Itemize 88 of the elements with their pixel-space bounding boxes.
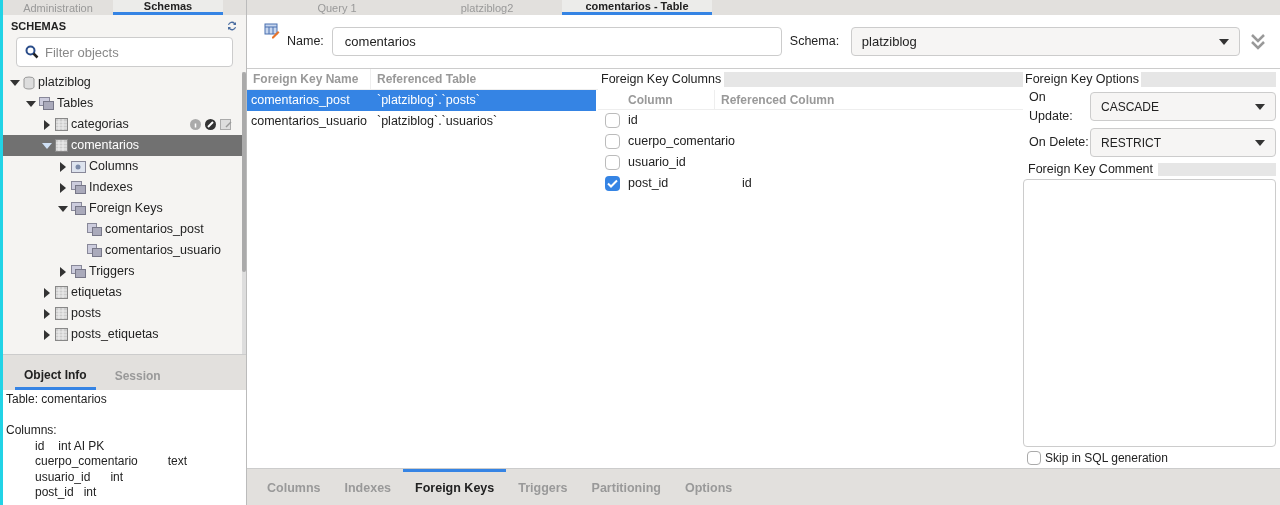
name-field[interactable]: comentarios	[331, 27, 782, 56]
collapse-triangle-icon[interactable]	[10, 79, 20, 86]
expand-triangle-icon[interactable]	[42, 119, 52, 130]
column-header: Column	[627, 91, 674, 109]
tree-item[interactable]: Indexes	[3, 177, 242, 198]
tree-item[interactable]: comentarios_usuario	[3, 240, 242, 261]
table-edit-icon[interactable]	[220, 119, 232, 130]
schema-label: Schema:	[789, 33, 841, 51]
table-icon	[55, 286, 68, 299]
tree-item[interactable]: comentarios	[3, 135, 242, 156]
folder-icon	[71, 160, 86, 173]
tree-item[interactable]: etiquetas	[3, 282, 242, 303]
tab[interactable]: comentarios - Table	[562, 0, 712, 15]
checkbox[interactable]	[605, 113, 620, 128]
column-name: post_id	[35, 485, 74, 501]
expand-triangle-icon[interactable]	[42, 308, 52, 319]
table-icon	[55, 118, 68, 131]
database-icon	[23, 75, 35, 90]
column-type: int AI PK	[58, 438, 105, 454]
info-text: Columns:	[6, 423, 58, 439]
tree-item[interactable]: Tables	[3, 93, 242, 114]
checkbox-label: Skip in SQL generation	[1045, 449, 1168, 467]
on-update-label: On Update:	[1028, 88, 1074, 125]
column-type: int	[83, 485, 97, 501]
section-title: Foreign Key Columns	[600, 71, 723, 89]
section-title: Foreign Key Options	[1024, 71, 1140, 89]
checkbox[interactable]	[605, 134, 620, 149]
tree-item[interactable]: Triggers	[3, 261, 242, 282]
info-text: Table: comentarios	[6, 392, 108, 408]
table-icon	[55, 307, 68, 320]
folder-icon	[71, 265, 86, 278]
on-delete-dropdown[interactable]: RESTRICT	[1090, 128, 1276, 157]
name-label: Name:	[287, 33, 324, 51]
column-header: Foreign Key Name	[247, 68, 371, 90]
table-icon	[55, 139, 68, 152]
expand-triangle-icon[interactable]	[58, 182, 68, 193]
table-icon	[55, 328, 68, 341]
folder-icon	[71, 181, 86, 194]
column-name: usuario_id	[35, 469, 91, 485]
column-name: id	[35, 438, 45, 454]
table-cell-text: id	[627, 112, 639, 130]
tree-item[interactable]: categorias	[3, 114, 242, 135]
caret-icon	[1255, 103, 1265, 110]
caret-icon	[1255, 139, 1265, 146]
on-delete-label: On Delete:	[1028, 134, 1090, 152]
checkbox[interactable]	[605, 176, 620, 191]
collapse-triangle-icon[interactable]	[26, 100, 36, 107]
table-cell-text: usuario_id	[627, 154, 687, 172]
table-cell-text: post_id	[627, 175, 670, 193]
expand-triangle-icon[interactable]	[42, 329, 52, 340]
column-header: Referenced Column	[714, 89, 1023, 110]
table-cell-text: cuerpo_comentario	[627, 133, 736, 151]
filter-field[interactable]: Filter objects	[16, 37, 233, 67]
tree-item[interactable]: comentarios_post	[3, 219, 242, 240]
tree-item[interactable]: posts_etiquetas	[3, 324, 242, 345]
checkbox[interactable]	[605, 155, 620, 170]
collapse-chevrons-icon[interactable]	[1249, 31, 1266, 52]
column-name: cuerpo_comentario	[35, 454, 138, 470]
tree-item[interactable]: Foreign Keys	[3, 198, 242, 219]
tab[interactable]: Schemas	[113, 0, 223, 15]
key-link-icon	[87, 223, 102, 236]
refresh-icon[interactable]	[226, 21, 238, 31]
tree-item[interactable]: posts	[3, 303, 242, 324]
panel-title: SCHEMAS	[11, 18, 66, 34]
collapse-triangle-icon[interactable]	[58, 205, 68, 212]
scrollbar-thumb[interactable]	[242, 72, 246, 272]
column-header: Referenced Table	[376, 71, 478, 88]
column-type: int	[110, 469, 124, 485]
comment-field[interactable]	[1023, 179, 1276, 447]
caret-icon	[1218, 38, 1229, 45]
schema-dropdown[interactable]: platziblog	[850, 27, 1240, 56]
key-link-icon	[87, 244, 102, 257]
checkbox[interactable]	[1027, 450, 1041, 465]
column-type: text	[167, 454, 188, 470]
expand-triangle-icon[interactable]	[58, 161, 68, 172]
on-update-dropdown[interactable]: CASCADE	[1090, 92, 1276, 121]
expand-triangle-icon[interactable]	[42, 287, 52, 298]
expand-triangle-icon[interactable]	[58, 266, 68, 277]
table-row[interactable]: comentarios_usuario `platziblog`.`usuarios`	[247, 111, 596, 132]
table-edit-icon	[264, 23, 280, 39]
folder-icon	[39, 97, 54, 110]
table-cell-text: id	[742, 175, 752, 193]
tab[interactable]: Foreign Keys	[403, 469, 507, 505]
tree-item[interactable]: Columns	[3, 156, 242, 177]
folder-icon	[71, 202, 86, 215]
section-title: Foreign Key Comment	[1027, 160, 1155, 178]
table-row[interactable]: comentarios_post `platziblog`.`posts`	[247, 90, 596, 111]
tree-item[interactable]: platziblog	[3, 72, 242, 93]
